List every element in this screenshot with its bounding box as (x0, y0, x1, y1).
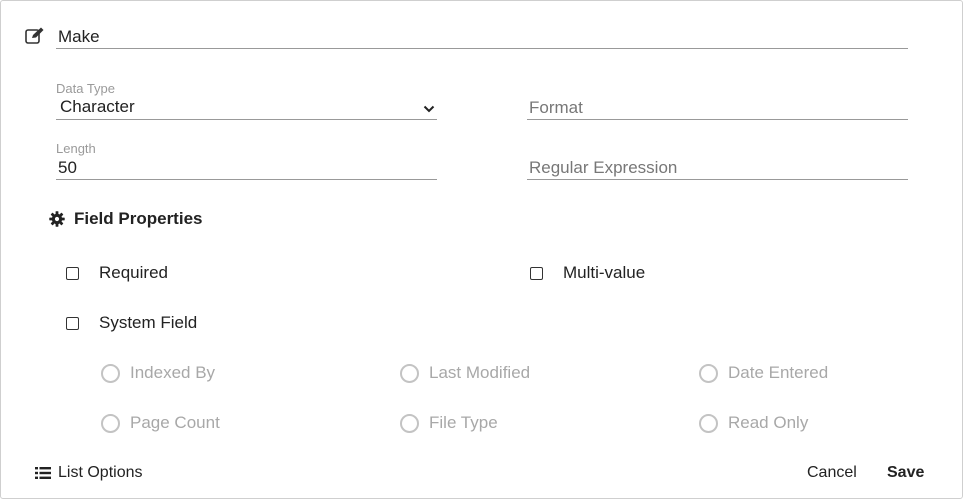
required-checkbox-box[interactable] (66, 266, 79, 280)
list-options-button[interactable]: List Options (35, 463, 142, 483)
length-field: Length (56, 141, 437, 181)
regex-field (527, 156, 908, 181)
radio-date-entered-label: Date Entered (728, 363, 829, 382)
radio-indexed-by[interactable]: Indexed By (101, 362, 215, 384)
radio-page-count[interactable]: Page Count (101, 412, 220, 434)
field-properties-header: Field Properties (49, 208, 202, 230)
radio-indexed-by-label: Indexed By (130, 363, 216, 382)
list-options-label: List Options (58, 464, 143, 481)
format-field (527, 96, 908, 121)
radio-page-count-label: Page Count (130, 413, 220, 432)
radio-file-type-circle[interactable] (400, 413, 419, 433)
regex-input[interactable] (527, 156, 908, 180)
system-field-label: System Field (99, 313, 198, 332)
radio-last-modified-label: Last Modified (429, 363, 531, 382)
radio-file-type-label: File Type (429, 413, 498, 432)
multi-value-checkbox-box[interactable] (530, 266, 543, 280)
edit-icon (25, 27, 44, 44)
data-type-field: Data Type Character (56, 81, 437, 121)
cancel-button[interactable]: Cancel (807, 463, 857, 483)
field-editor-panel: Data Type Character Length (0, 0, 963, 499)
radio-read-only-circle[interactable] (699, 413, 718, 433)
data-type-value: Character (60, 97, 135, 116)
field-properties-title: Field Properties (74, 209, 203, 228)
radio-read-only-label: Read Only (728, 413, 809, 432)
radio-file-type[interactable]: File Type (400, 412, 498, 434)
radio-date-entered-circle[interactable] (699, 363, 718, 383)
chevron-down-icon (423, 105, 435, 113)
required-checkbox[interactable]: Required (66, 263, 168, 283)
field-name-row (25, 25, 909, 49)
format-input[interactable] (527, 96, 908, 120)
radio-read-only[interactable]: Read Only (699, 412, 808, 434)
data-type-select[interactable]: Character (56, 96, 437, 120)
radio-date-entered[interactable]: Date Entered (699, 362, 828, 384)
system-field-checkbox-box[interactable] (66, 316, 79, 330)
multi-value-checkbox[interactable]: Multi-value (530, 263, 645, 283)
save-button[interactable]: Save (887, 463, 924, 483)
length-label: Length (56, 141, 96, 156)
radio-page-count-circle[interactable] (101, 413, 120, 433)
field-name-input[interactable] (56, 25, 908, 49)
radio-last-modified[interactable]: Last Modified (400, 362, 530, 384)
multi-value-label: Multi-value (563, 263, 646, 282)
length-input[interactable] (56, 156, 437, 180)
radio-indexed-by-circle[interactable] (101, 363, 120, 383)
required-label: Required (99, 263, 168, 282)
data-type-label: Data Type (56, 81, 116, 96)
system-field-checkbox[interactable]: System Field (66, 313, 197, 333)
gear-icon (49, 211, 65, 227)
list-icon (35, 467, 51, 479)
radio-last-modified-circle[interactable] (400, 363, 419, 383)
